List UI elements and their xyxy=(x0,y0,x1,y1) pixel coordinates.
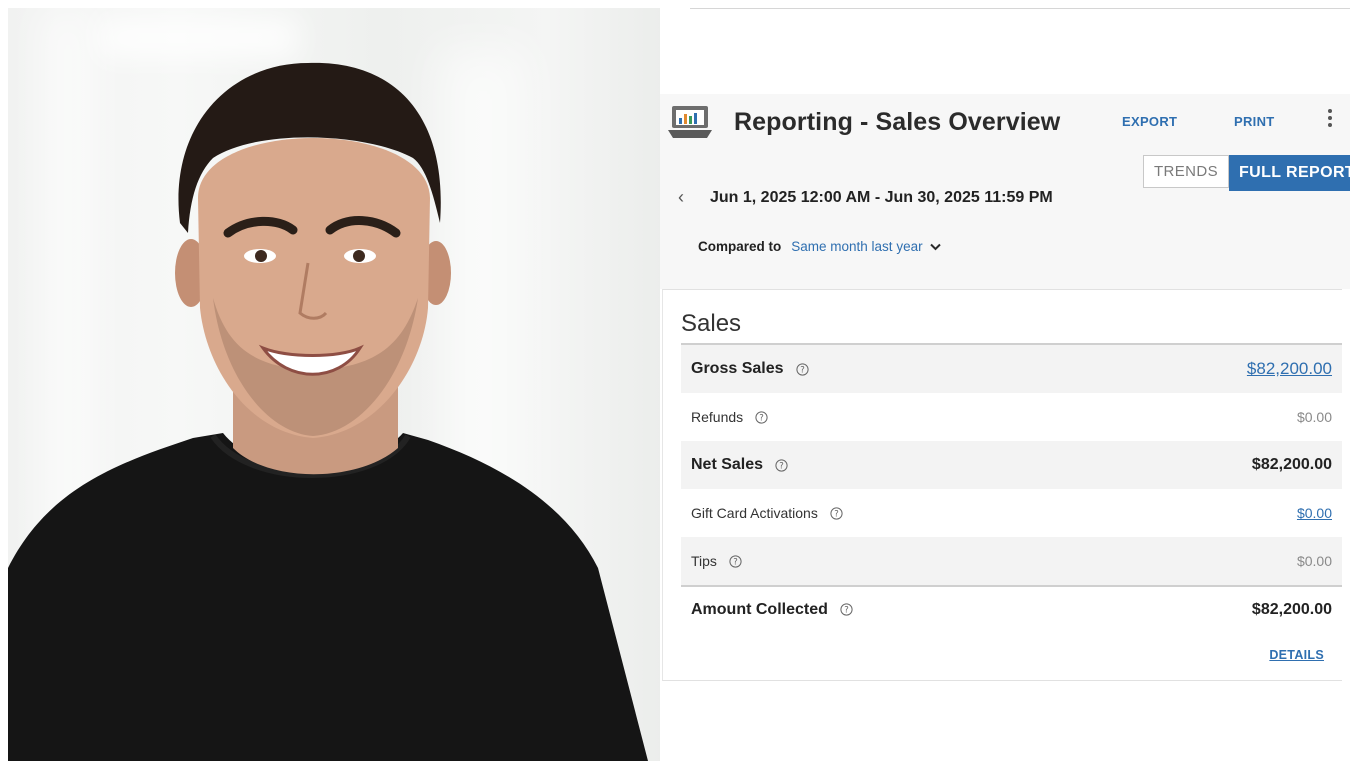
svg-text:?: ? xyxy=(834,509,839,519)
report-chart-icon xyxy=(668,106,712,138)
compare-row: Compared to Same month last year xyxy=(698,239,941,254)
row-label: Gross Sales xyxy=(691,360,784,377)
row-label: Net Sales xyxy=(691,456,764,473)
details-link[interactable]: DETAILS xyxy=(1269,648,1324,662)
help-icon[interactable]: ? xyxy=(729,554,742,568)
print-button[interactable]: PRINT xyxy=(1234,114,1275,129)
table-row-net-sales: Net Sales ? $82,200.00 xyxy=(681,441,1342,489)
help-icon[interactable]: ? xyxy=(840,603,853,616)
date-range[interactable]: Jun 1, 2025 12:00 AM - Jun 30, 2025 11:5… xyxy=(710,189,1053,207)
row-value-link[interactable]: $0.00 xyxy=(1297,505,1332,521)
help-icon[interactable]: ? xyxy=(795,362,809,376)
view-toggle: TRENDS FULL REPORT xyxy=(1143,155,1350,191)
table-row-tips: Tips ? $0.00 xyxy=(681,537,1342,585)
svg-text:?: ? xyxy=(733,557,738,567)
row-label: Tips xyxy=(691,553,717,569)
svg-text:?: ? xyxy=(779,461,784,471)
row-value-link[interactable]: $82,200.00 xyxy=(1247,359,1332,379)
table-row-gift-card-activations: Gift Card Activations ? $0.00 xyxy=(681,489,1342,537)
help-icon[interactable]: ? xyxy=(830,506,843,520)
compare-label: Compared to xyxy=(698,239,782,254)
row-value: $82,200.00 xyxy=(1251,456,1332,473)
row-label: Refunds xyxy=(691,409,744,425)
svg-text:?: ? xyxy=(759,413,764,423)
help-icon[interactable]: ? xyxy=(775,458,788,472)
chevron-left-icon[interactable]: ‹ xyxy=(678,187,694,208)
sales-report-panel: Reporting - Sales Overview EXPORT PRINT … xyxy=(660,8,1350,761)
trends-tab[interactable]: TRENDS xyxy=(1143,155,1229,188)
date-range-row: ‹ Jun 1, 2025 12:00 AM - Jun 30, 2025 11… xyxy=(678,187,1053,208)
table-row-amount-collected: Amount Collected ? $82,200.00 xyxy=(681,585,1342,632)
svg-text:?: ? xyxy=(844,606,849,616)
full-report-tab[interactable]: FULL REPORT xyxy=(1229,155,1350,191)
chevron-down-icon[interactable] xyxy=(929,243,941,251)
sales-card: Sales Gross Sales ? $82,200.00 Refunds ?… xyxy=(662,289,1342,681)
person-illustration xyxy=(8,62,648,761)
sales-table: Gross Sales ? $82,200.00 Refunds ? $0.00… xyxy=(681,343,1342,632)
row-label: Amount Collected xyxy=(691,600,828,618)
export-button[interactable]: EXPORT xyxy=(1122,114,1177,129)
row-value: $0.00 xyxy=(1296,553,1332,569)
presenter-photo xyxy=(8,8,688,761)
report-header: Reporting - Sales Overview EXPORT PRINT … xyxy=(660,94,1350,289)
row-value: $0.00 xyxy=(1296,409,1332,425)
page-title: Reporting - Sales Overview xyxy=(734,107,1061,136)
top-divider xyxy=(690,8,1350,9)
title-row: Reporting - Sales Overview xyxy=(668,100,1060,144)
svg-text:?: ? xyxy=(800,365,805,375)
row-value: $82,200.00 xyxy=(1251,600,1332,618)
sales-section-title: Sales xyxy=(681,310,742,337)
help-icon[interactable]: ? xyxy=(755,410,768,424)
table-row-gross-sales: Gross Sales ? $82,200.00 xyxy=(681,345,1342,393)
table-row-refunds: Refunds ? $0.00 xyxy=(681,393,1342,441)
compare-select[interactable]: Same month last year xyxy=(791,239,922,254)
more-vertical-icon[interactable] xyxy=(1324,106,1336,134)
row-label: Gift Card Activations xyxy=(691,505,818,521)
